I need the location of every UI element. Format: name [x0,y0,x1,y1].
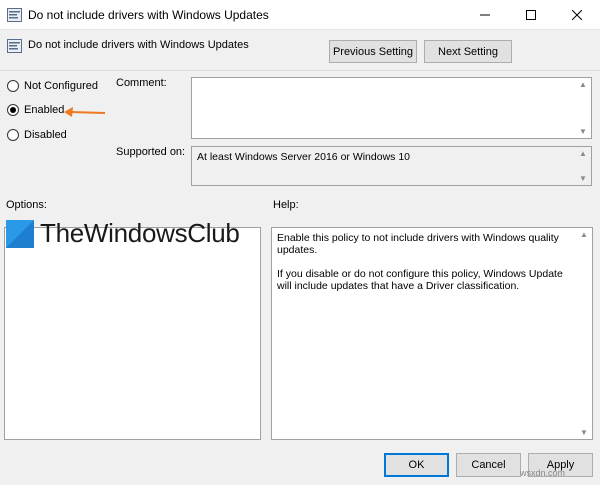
windows-logo-icon [6,219,34,248]
minimize-button[interactable] [462,0,508,30]
header-divider [0,70,600,71]
supported-on-field: At least Windows Server 2016 or Windows … [191,146,592,186]
annotation-arrow-icon [64,107,106,117]
comment-label: Comment: [116,77,167,89]
close-icon [572,10,582,20]
thewindowsclub-logo: TheWindowsClub [6,218,240,249]
options-panel [4,227,261,440]
radio-label: Enabled [24,104,65,116]
close-button[interactable] [554,0,600,30]
policy-icon [7,39,22,53]
site-watermark: wsxdn.com [520,468,566,478]
cancel-button[interactable]: Cancel [456,453,521,477]
help-paragraph: Enable this policy to not include driver… [277,232,559,256]
radio-not-configured[interactable]: Not Configured [7,80,98,92]
supported-on-value: At least Windows Server 2016 or Windows … [197,151,411,163]
policy-title: Do not include drivers with Windows Upda… [28,39,249,51]
window-title: Do not include drivers with Windows Upda… [28,8,269,22]
supported-scrollbar[interactable]: ▲ ▼ [575,147,591,185]
options-label: Options: [6,199,47,211]
scroll-down-icon[interactable]: ▼ [579,127,587,136]
supported-on-label: Supported on: [116,146,186,158]
radio-label: Disabled [24,129,67,141]
scroll-up-icon[interactable]: ▲ [579,80,587,89]
help-panel: Enable this policy to not include driver… [271,227,593,440]
radio-button[interactable] [7,80,19,92]
radio-enabled[interactable]: Enabled [7,104,64,116]
next-setting-button[interactable]: Next Setting [424,40,512,63]
help-paragraph: If you disable or do not configure this … [277,268,563,292]
scroll-down-icon[interactable]: ▼ [580,428,588,437]
ok-button[interactable]: OK [384,453,449,477]
radio-label: Not Configured [24,80,98,92]
radio-button[interactable] [7,104,19,116]
scroll-up-icon[interactable]: ▲ [579,149,587,158]
radio-button[interactable] [7,129,19,141]
maximize-button[interactable] [508,0,554,30]
previous-setting-button[interactable]: Previous Setting [329,40,417,63]
comment-scrollbar[interactable]: ▲ ▼ [575,78,591,138]
help-label: Help: [273,199,299,211]
comment-textarea[interactable]: ▲ ▼ [191,77,592,139]
maximize-icon [526,10,536,20]
scroll-up-icon[interactable]: ▲ [580,230,588,239]
logo-text: TheWindowsClub [40,218,240,248]
help-scrollbar[interactable]: ▲ ▼ [576,228,592,439]
policy-icon [7,8,22,22]
minimize-icon [480,14,490,16]
radio-disabled[interactable]: Disabled [7,129,67,141]
scroll-down-icon[interactable]: ▼ [579,174,587,183]
